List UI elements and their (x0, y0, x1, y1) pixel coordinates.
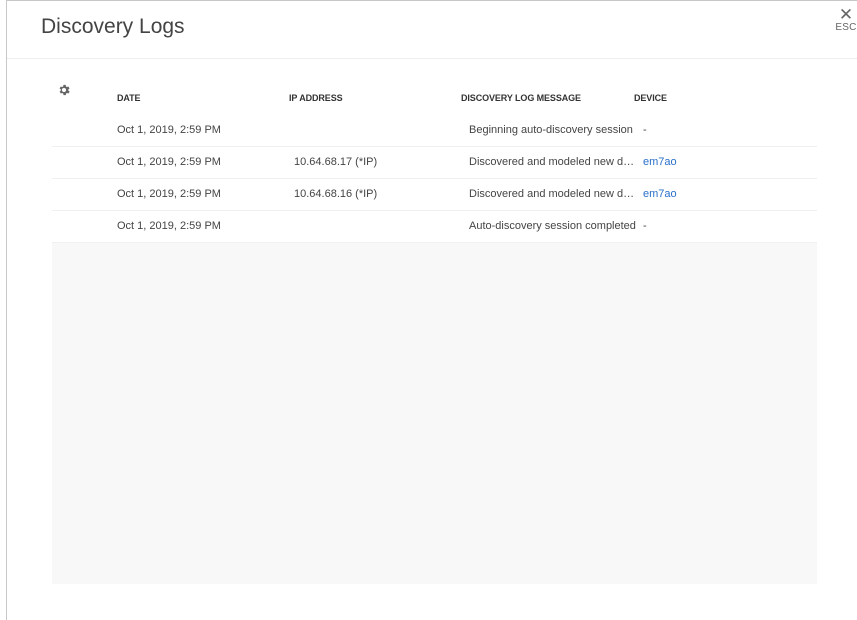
table-row[interactable]: Oct 1, 2019, 2:59 PM Beginning auto-disc… (52, 115, 817, 147)
close-button[interactable]: ✕ ESC (835, 6, 857, 34)
table-row[interactable]: Oct 1, 2019, 2:59 PM Auto-discovery sess… (52, 211, 817, 243)
cell-device: - (643, 220, 647, 232)
cell-date: Oct 1, 2019, 2:59 PM (117, 188, 221, 200)
cell-date: Oct 1, 2019, 2:59 PM (117, 220, 221, 232)
device-link[interactable]: em7ao (643, 188, 723, 200)
column-header-message[interactable]: DISCOVERY LOG MESSAGE (461, 93, 581, 103)
column-header-device[interactable]: DEVICE (634, 93, 667, 103)
discovery-logs-modal: Discovery Logs ✕ ESC DATE IP ADDRESS DIS… (6, 0, 857, 620)
column-header-date[interactable]: DATE (117, 93, 141, 103)
cell-date: Oct 1, 2019, 2:59 PM (117, 156, 221, 168)
cell-message: Auto-discovery session completed (469, 220, 636, 232)
cell-message: Discovered and modeled new device (469, 156, 638, 168)
table-header: DATE IP ADDRESS DISCOVERY LOG MESSAGE DE… (52, 79, 817, 115)
discovery-log-table: DATE IP ADDRESS DISCOVERY LOG MESSAGE DE… (52, 79, 817, 584)
gear-icon[interactable] (57, 83, 71, 97)
close-icon[interactable]: ✕ (835, 6, 857, 23)
cell-ip-address: 10.64.68.17 (*IP) (294, 156, 378, 168)
cell-device: - (643, 124, 647, 136)
close-label: ESC (835, 22, 857, 33)
column-header-ip-address[interactable]: IP ADDRESS (289, 93, 343, 103)
cell-message: Beginning auto-discovery session (469, 124, 633, 136)
table-row[interactable]: Oct 1, 2019, 2:59 PM 10.64.68.16 (*IP) D… (52, 179, 817, 211)
table-body: Oct 1, 2019, 2:59 PM Beginning auto-disc… (52, 115, 817, 243)
cell-message: Discovered and modeled new device (469, 188, 638, 200)
cell-ip-address: 10.64.68.16 (*IP) (294, 188, 378, 200)
table-row[interactable]: Oct 1, 2019, 2:59 PM 10.64.68.17 (*IP) D… (52, 147, 817, 179)
modal-title: Discovery Logs (41, 15, 185, 38)
header-divider (7, 58, 857, 59)
cell-date: Oct 1, 2019, 2:59 PM (117, 124, 221, 136)
device-link[interactable]: em7ao (643, 156, 723, 168)
